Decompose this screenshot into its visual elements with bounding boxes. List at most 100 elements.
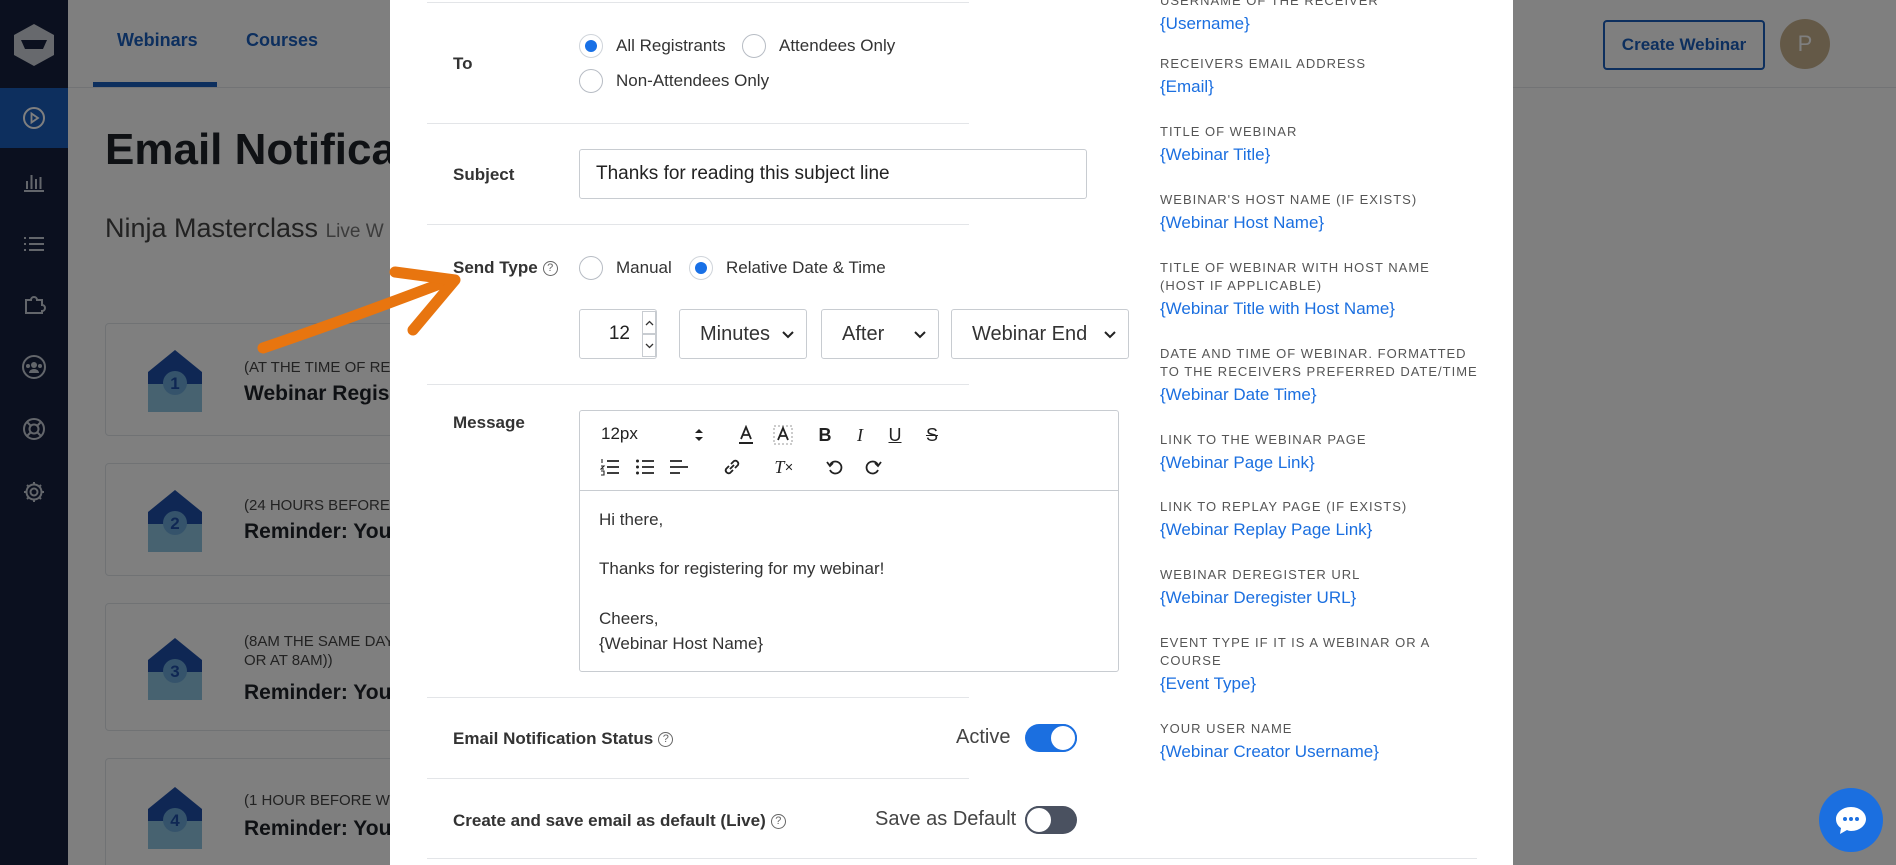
- variable-item: DATE AND TIME OF WEBINAR. FORMATTED TO T…: [1160, 345, 1490, 407]
- divider: [427, 2, 969, 3]
- variable-description: LINK TO THE WEBINAR PAGE: [1160, 432, 1367, 447]
- status-toggle[interactable]: [1025, 724, 1077, 752]
- variable-token[interactable]: {Webinar Title with Host Name}: [1160, 297, 1470, 321]
- radio-button[interactable]: [579, 256, 603, 280]
- chevron-down-icon: [1104, 331, 1116, 339]
- message-line: Thanks for registering for my webinar!: [599, 559, 885, 578]
- notification-status-label: Email Notification Status?: [453, 729, 674, 749]
- variable-token[interactable]: {Username}: [1160, 12, 1490, 36]
- variable-token[interactable]: {Webinar Host Name}: [1160, 211, 1490, 235]
- message-label: Message: [453, 413, 525, 432]
- radio-button[interactable]: [579, 69, 603, 93]
- radio-label: Non-Attendees Only: [616, 71, 770, 90]
- variable-token[interactable]: {Webinar Creator Username}: [1160, 740, 1490, 764]
- anchor-value: Webinar End: [972, 322, 1088, 345]
- radio-all-registrants[interactable]: All Registrants: [579, 34, 726, 58]
- help-icon[interactable]: ?: [542, 261, 558, 277]
- variable-token[interactable]: {Webinar Page Link}: [1160, 451, 1490, 475]
- variable-item: RECEIVERS EMAIL ADDRESS {Email}: [1160, 55, 1490, 99]
- variable-description: TITLE OF WEBINAR WITH HOST NAME (HOST IF…: [1160, 260, 1430, 293]
- message-line: {Webinar Host Name}: [599, 634, 764, 653]
- variable-item: EVENT TYPE IF IT IS A WEBINAR OR A COURS…: [1160, 634, 1430, 696]
- anchor-select[interactable]: Webinar End: [951, 309, 1129, 359]
- variable-item: WEBINAR'S HOST NAME (IF EXISTS) {Webinar …: [1160, 191, 1490, 235]
- relation-select[interactable]: After: [821, 309, 939, 359]
- divider: [427, 858, 1477, 859]
- variable-description: YOUR USER NAME: [1160, 721, 1293, 736]
- help-icon[interactable]: ?: [770, 814, 786, 830]
- radio-manual[interactable]: Manual: [579, 256, 672, 280]
- toggle-knob: [1025, 806, 1053, 834]
- radio-button[interactable]: [689, 256, 713, 280]
- divider: [427, 384, 969, 385]
- variable-description: WEBINAR'S HOST NAME (IF EXISTS): [1160, 192, 1418, 207]
- divider: [427, 697, 969, 698]
- divider: [427, 778, 969, 779]
- variable-item: LINK TO REPLAY PAGE (IF EXISTS) {Webinar …: [1160, 498, 1490, 542]
- bold-icon[interactable]: B: [813, 423, 837, 447]
- save-as-default-toggle[interactable]: [1025, 806, 1077, 834]
- increment-button[interactable]: [642, 311, 656, 334]
- variable-token[interactable]: {Webinar Title}: [1160, 143, 1490, 167]
- variable-item: YOUR USER NAME {Webinar Creator Username}: [1160, 720, 1490, 764]
- font-size-select[interactable]: 12px: [601, 424, 638, 444]
- radio-label: Manual: [616, 258, 672, 277]
- variable-item: TITLE OF WEBINAR {Webinar Title}: [1160, 123, 1490, 167]
- editor-toolbar: 12px B I U S T ✕: [580, 411, 1118, 491]
- variable-description: LINK TO REPLAY PAGE (IF EXISTS): [1160, 499, 1408, 514]
- variable-token[interactable]: {Event Type}: [1160, 672, 1430, 696]
- divider: [427, 224, 969, 225]
- radio-relative-date-time[interactable]: Relative Date & Time: [689, 256, 886, 280]
- variable-token[interactable]: {Webinar Date Time}: [1160, 383, 1490, 407]
- default-label-text: Create and save email as default (Live): [453, 811, 766, 830]
- radio-non-attendees-only[interactable]: Non-Attendees Only: [579, 69, 769, 93]
- redo-icon[interactable]: [861, 455, 885, 479]
- variable-token[interactable]: {Webinar Deregister URL}: [1160, 586, 1490, 610]
- chevron-down-icon: [914, 331, 926, 339]
- highlight-color-icon[interactable]: [771, 423, 795, 447]
- send-type-text: Send Type: [453, 258, 538, 277]
- link-icon[interactable]: [720, 455, 744, 479]
- italic-icon[interactable]: I: [848, 423, 872, 447]
- default-value-label: Save as Default: [875, 808, 1017, 830]
- variable-description: RECEIVERS EMAIL ADDRESS: [1160, 56, 1367, 71]
- radio-button[interactable]: [579, 34, 603, 58]
- text-color-icon[interactable]: [734, 423, 758, 447]
- bullet-list-icon[interactable]: [633, 455, 657, 479]
- unit-value: Minutes: [700, 322, 771, 345]
- variable-description: WEBINAR DEREGISTER URL: [1160, 567, 1361, 582]
- toggle-knob: [1049, 724, 1077, 752]
- variable-item: TITLE OF WEBINAR WITH HOST NAME (HOST IF…: [1160, 259, 1470, 321]
- radio-button[interactable]: [742, 34, 766, 58]
- help-icon[interactable]: ?: [658, 732, 674, 748]
- radio-label: Attendees Only: [779, 36, 896, 55]
- align-icon[interactable]: [667, 455, 691, 479]
- variable-description: EVENT TYPE IF IT IS A WEBINAR OR A COURS…: [1160, 635, 1430, 668]
- clear-format-icon[interactable]: T ✕: [772, 455, 796, 479]
- status-value-label: Active: [956, 726, 1011, 748]
- decrement-button[interactable]: [642, 334, 656, 357]
- divider: [427, 123, 969, 124]
- message-editor[interactable]: 12px B I U S T ✕ Hi there, Thanks for reg…: [579, 410, 1119, 672]
- ordered-list-icon[interactable]: [598, 455, 622, 479]
- radio-attendees-only[interactable]: Attendees Only: [742, 34, 895, 58]
- save-default-label: Create and save email as default (Live)?: [453, 811, 786, 831]
- variable-item: WEBINAR DEREGISTER URL {Webinar Deregiste…: [1160, 566, 1490, 610]
- message-line: Hi there,: [599, 510, 664, 529]
- unit-select[interactable]: Minutes: [679, 309, 807, 359]
- chevron-down-icon: [782, 331, 794, 339]
- radio-label: All Registrants: [616, 36, 726, 55]
- variable-token[interactable]: {Webinar Replay Page Link}: [1160, 518, 1490, 542]
- strikethrough-icon[interactable]: S: [920, 423, 944, 447]
- send-type-label: Send Type?: [453, 258, 558, 278]
- variable-token[interactable]: {Email}: [1160, 75, 1490, 99]
- chat-button[interactable]: [1819, 788, 1883, 852]
- undo-icon[interactable]: [823, 455, 847, 479]
- underline-icon[interactable]: U: [883, 423, 907, 447]
- subject-input[interactable]: Thanks for reading this subject line: [579, 149, 1087, 199]
- annotation-arrow-icon: [257, 266, 461, 354]
- sort-icon: [695, 429, 703, 441]
- variable-item: USERNAME OF THE RECEIVER {Username}: [1160, 0, 1490, 36]
- amount-value: 12: [608, 323, 630, 344]
- relation-value: After: [842, 322, 885, 345]
